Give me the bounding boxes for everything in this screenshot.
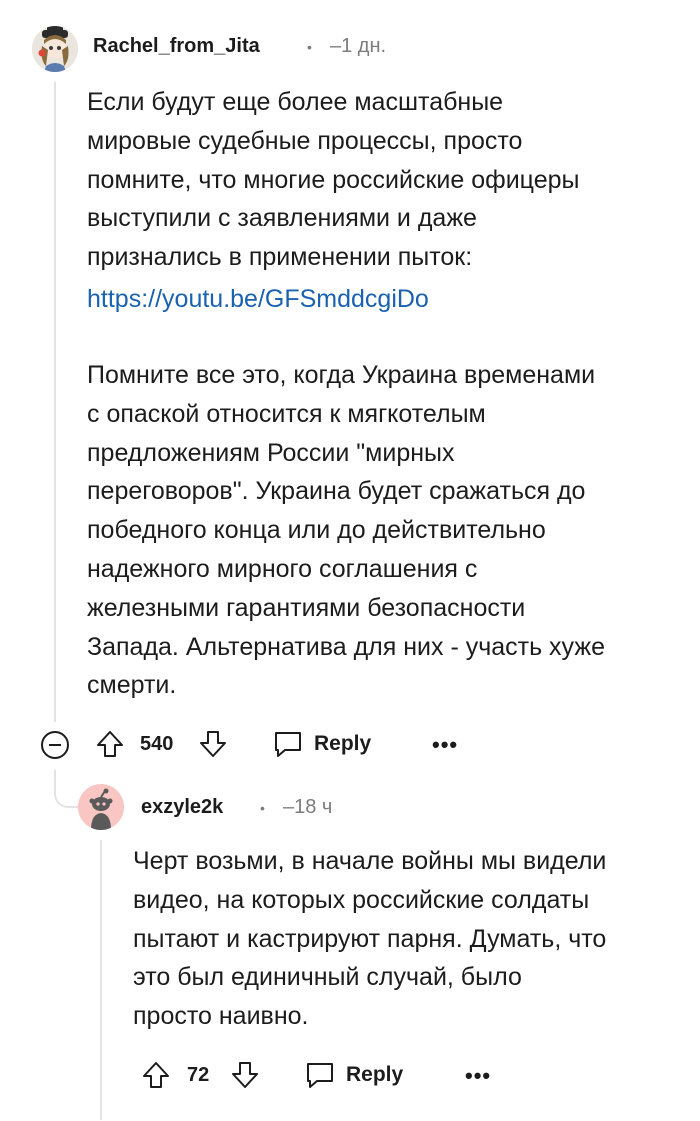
snoo-avatar-icon bbox=[78, 784, 124, 830]
more-options-button[interactable]: ••• bbox=[432, 732, 458, 758]
upvote-arrow-icon bbox=[143, 1062, 169, 1088]
user-avatar[interactable] bbox=[32, 26, 78, 72]
reply-more-options-button[interactable]: ••• bbox=[465, 1063, 491, 1089]
reply-thread-line[interactable] bbox=[100, 840, 102, 1120]
downvote-arrow-icon bbox=[232, 1062, 258, 1088]
comment-username[interactable]: Rachel_from_Jita bbox=[93, 35, 260, 58]
reply-reply-button[interactable]: Reply bbox=[304, 1059, 403, 1091]
comment-body-paragraph-2: Помните все это, когда Украина временами… bbox=[87, 361, 605, 700]
upvote-button[interactable] bbox=[95, 729, 125, 759]
comment-body-paragraph-1: Если будут еще более масштабные мировые … bbox=[87, 88, 580, 272]
minus-circle-icon bbox=[41, 731, 69, 759]
reply-label: Reply bbox=[346, 1063, 404, 1086]
vote-count: 540 bbox=[140, 733, 174, 755]
reply-username[interactable]: exzyle2k bbox=[141, 796, 223, 819]
reply-meta-separator: • bbox=[260, 800, 265, 816]
meta-separator: • bbox=[307, 39, 312, 55]
reply-vote-count: 72 bbox=[187, 1064, 210, 1086]
downvote-button[interactable] bbox=[198, 729, 228, 759]
upvote-arrow-icon bbox=[97, 731, 123, 757]
youtube-link[interactable]: https://youtu.be/GFSmddcgiDo bbox=[87, 280, 429, 319]
anime-avatar-icon bbox=[32, 26, 78, 72]
reply-button[interactable]: Reply bbox=[272, 728, 371, 760]
downvote-arrow-icon bbox=[200, 731, 226, 757]
reply-label: Reply bbox=[314, 732, 372, 755]
reply-body: Черт возьми, в начале войны мы видели ви… bbox=[133, 847, 607, 1031]
collapse-thread-button[interactable] bbox=[40, 730, 70, 760]
speech-bubble-icon bbox=[275, 732, 301, 757]
reply-user-avatar[interactable] bbox=[78, 784, 124, 830]
reply-upvote-button[interactable] bbox=[141, 1060, 171, 1090]
comment-timestamp: –1 дн. bbox=[330, 35, 387, 57]
reply-timestamp: –18 ч bbox=[283, 796, 333, 818]
thread-line[interactable] bbox=[54, 82, 56, 722]
speech-bubble-icon bbox=[307, 1063, 333, 1088]
reply-downvote-button[interactable] bbox=[230, 1060, 260, 1090]
